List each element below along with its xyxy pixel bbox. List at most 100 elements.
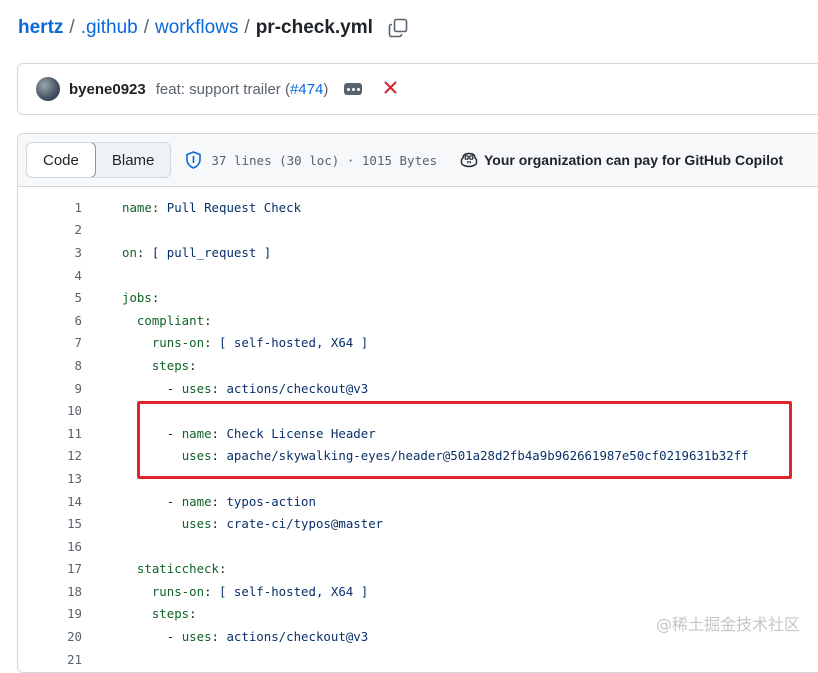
yaml-key: jobs xyxy=(122,290,152,306)
check-status-failed-button[interactable] xyxy=(384,79,397,99)
line-number[interactable]: 4 xyxy=(18,268,82,283)
copilot-icon xyxy=(460,152,478,168)
x-icon xyxy=(384,81,397,94)
yaml-colon: : xyxy=(151,290,160,306)
line-content: steps: xyxy=(122,358,197,373)
line-content: runs-on: [ self-hosted, X64 ] xyxy=(122,335,368,350)
line-content: uses: crate-ci/typos@master xyxy=(122,516,383,531)
line-number[interactable]: 11 xyxy=(18,426,82,441)
expand-commit-message-button[interactable] xyxy=(344,83,363,95)
line-number[interactable]: 21 xyxy=(18,652,82,667)
yaml-value: actions/checkout@v3 xyxy=(219,629,369,645)
breadcrumb-current-file: pr-check.yml xyxy=(255,17,373,38)
yaml-value: typos-action xyxy=(219,493,316,509)
file-info: 37 lines (30 loc) · 1015 Bytes xyxy=(211,152,438,168)
yaml-key: steps xyxy=(151,357,190,373)
yaml-colon: : xyxy=(211,380,219,396)
yaml-key: uses xyxy=(181,380,212,396)
line-number[interactable]: 20 xyxy=(18,629,82,644)
breadcrumb-repo-link[interactable]: hertz xyxy=(18,17,63,39)
breadcrumb-separator: / xyxy=(244,17,250,38)
line-number[interactable]: 8 xyxy=(18,358,82,373)
yaml-colon: : xyxy=(204,312,212,328)
yaml-key: steps xyxy=(151,606,190,622)
view-mode-toggle: Code Blame xyxy=(26,142,172,178)
yaml-value: crate-ci/typos@master xyxy=(219,516,384,532)
yaml-key: name xyxy=(181,493,212,509)
copy-icon xyxy=(388,18,408,38)
yaml-value: [ self-hosted, X64 ] xyxy=(211,335,369,351)
line-number[interactable]: 5 xyxy=(18,290,82,305)
line-number[interactable]: 16 xyxy=(18,539,82,554)
watermark: @稀土掘金技术社区 xyxy=(655,615,800,634)
code-line: 18 runs-on: [ self-hosted, X64 ] xyxy=(18,580,818,603)
line-content: jobs: xyxy=(122,290,159,305)
line-number[interactable]: 10 xyxy=(18,403,82,418)
copilot-notice[interactable]: Your organization can pay for GitHub Cop… xyxy=(460,134,783,186)
breadcrumb-workflows-folder-link[interactable]: workflows xyxy=(155,17,238,39)
yaml-value: [ self-hosted, X64 ] xyxy=(211,583,369,599)
line-content: - uses: actions/checkout@v3 xyxy=(122,629,368,644)
line-number[interactable]: 18 xyxy=(18,584,82,599)
yaml-colon: : xyxy=(204,335,212,351)
line-number[interactable]: 17 xyxy=(18,561,82,576)
line-number[interactable]: 19 xyxy=(18,606,82,621)
line-content: on: [ pull_request ] xyxy=(122,245,271,260)
code-line: 6 compliant: xyxy=(18,309,818,332)
line-number[interactable]: 9 xyxy=(18,381,82,396)
code-line: 8 steps: xyxy=(18,354,818,377)
line-content: - uses: actions/checkout@v3 xyxy=(122,381,368,396)
commit-author-link[interactable]: byene0923 xyxy=(69,81,146,98)
line-indent: - xyxy=(122,493,182,509)
yaml-colon: : xyxy=(218,561,227,577)
code-line: 2 xyxy=(18,219,818,242)
line-content: - name: typos-action xyxy=(122,494,316,509)
code-line: 3 on: [ pull_request ] xyxy=(18,241,818,264)
kebab-dot xyxy=(351,87,355,91)
blame-view-button[interactable]: Blame xyxy=(96,143,171,177)
latest-commit-box: byene0923 feat: support trailer (#474) xyxy=(17,63,818,115)
line-number[interactable]: 13 xyxy=(18,471,82,486)
yaml-key: uses xyxy=(181,629,212,645)
line-number[interactable]: 3 xyxy=(18,245,82,260)
copilot-notice-text: Your organization can pay for GitHub Cop… xyxy=(484,152,784,168)
line-number[interactable]: 6 xyxy=(18,313,82,328)
line-content: steps: xyxy=(122,606,197,621)
line-content: staticcheck: xyxy=(122,561,227,577)
commit-message[interactable]: feat: support trailer (#474) xyxy=(156,81,329,98)
line-number[interactable]: 14 xyxy=(18,494,82,509)
yaml-colon: : xyxy=(189,357,197,373)
copy-path-button[interactable] xyxy=(388,18,408,38)
yaml-colon: : xyxy=(211,629,219,645)
avatar[interactable] xyxy=(36,77,60,101)
commit-message-end: ) xyxy=(323,80,329,98)
line-number[interactable]: 12 xyxy=(18,448,82,463)
line-number[interactable]: 1 xyxy=(18,200,82,215)
code-line: 5 jobs: xyxy=(18,286,818,309)
line-content: name: Pull Request Check xyxy=(122,200,301,215)
code-view-button[interactable]: Code xyxy=(27,143,96,177)
line-number[interactable]: 7 xyxy=(18,335,82,350)
code-line: 17 staticcheck: xyxy=(18,558,818,581)
shield-check-icon[interactable] xyxy=(185,151,202,169)
code-line: 1 name: Pull Request Check xyxy=(18,196,818,219)
breadcrumb-github-folder-link[interactable]: .github xyxy=(81,17,138,39)
breadcrumb: hertz / .github / workflows / pr-check.y… xyxy=(18,15,408,41)
code-line: 14 - name: typos-action xyxy=(18,490,818,513)
code-line: 7 runs-on: [ self-hosted, X64 ] xyxy=(18,332,818,355)
line-number[interactable]: 15 xyxy=(18,516,82,531)
yaml-key: compliant xyxy=(136,312,205,328)
yaml-colon: : xyxy=(204,583,212,599)
code-line: 21 xyxy=(18,648,818,671)
code-line: 16 xyxy=(18,535,818,558)
line-indent: - xyxy=(122,629,182,645)
pull-request-link[interactable]: #474 xyxy=(290,81,323,98)
line-number[interactable]: 2 xyxy=(18,222,82,237)
yaml-key: runs-on xyxy=(151,335,205,351)
breadcrumb-separator: / xyxy=(143,17,150,38)
